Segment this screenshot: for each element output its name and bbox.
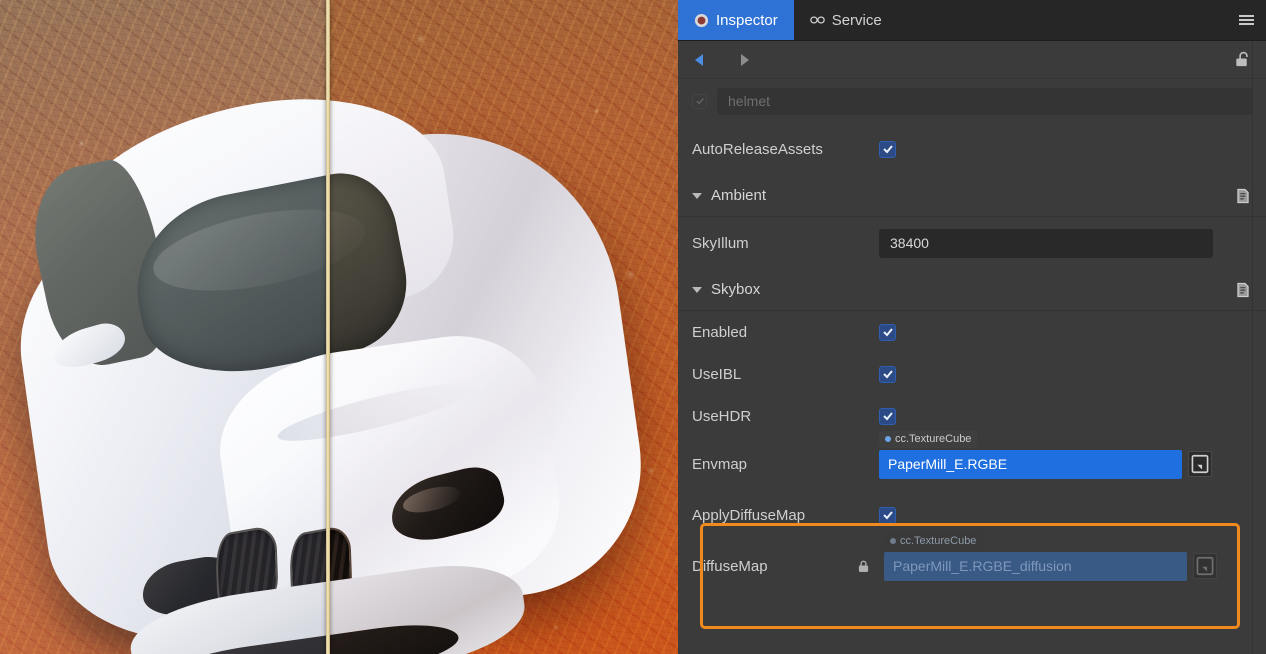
envmap-row: Envmap cc.TextureCube PaperMill_E.RGBE xyxy=(678,430,1266,491)
inspector-panel: Inspector Service helmet AutoReleaseAsse… xyxy=(678,0,1266,654)
type-dot-icon xyxy=(890,538,896,544)
envmap-asset-control: cc.TextureCube PaperMill_E.RGBE xyxy=(879,430,1212,479)
after-render-half xyxy=(328,0,678,654)
skybox-enabled-label: Enabled xyxy=(692,323,748,341)
skybox-useibl-row: UseIBL xyxy=(678,353,1266,395)
locked-padlock-icon xyxy=(857,559,870,574)
node-enabled-checkbox[interactable] xyxy=(692,93,707,109)
diffuse-map-type-tooltip: cc.TextureCube xyxy=(884,532,983,550)
color-grade-after xyxy=(328,0,678,654)
envmap-type-label: cc.TextureCube xyxy=(895,433,972,445)
envmap-pick-button[interactable] xyxy=(1188,451,1212,477)
link-chain-icon xyxy=(809,13,825,28)
skybox-enabled-row: Enabled xyxy=(678,311,1266,353)
diffuse-map-pick-button xyxy=(1193,553,1217,579)
tab-bar: Inspector Service xyxy=(678,0,1266,41)
sky-illum-row: SkyIllum 38400 xyxy=(678,217,1266,269)
node-name-input[interactable]: helmet xyxy=(717,87,1252,115)
apply-diffuse-map-row: ApplyDiffuseMap xyxy=(678,491,1266,539)
unlocked-padlock-icon[interactable] xyxy=(1233,50,1252,69)
type-dot-icon xyxy=(885,436,891,442)
arrow-right-icon[interactable] xyxy=(736,52,752,68)
render-comparison-viewport[interactable] xyxy=(0,0,678,654)
envmap-asset-field[interactable]: PaperMill_E.RGBE xyxy=(879,449,1182,479)
scene-after xyxy=(328,0,678,654)
envmap-label: Envmap xyxy=(692,455,748,473)
panel-edge-divider xyxy=(1252,41,1253,654)
scene-before xyxy=(0,0,328,654)
caret-down-icon[interactable] xyxy=(692,192,702,199)
skybox-useibl-checkbox[interactable] xyxy=(879,365,896,383)
auto-release-assets-checkbox[interactable] xyxy=(879,140,896,158)
skybox-useibl-label: UseIBL xyxy=(692,365,742,383)
auto-release-assets-label: AutoReleaseAssets xyxy=(692,140,823,158)
comparison-divider[interactable] xyxy=(326,0,330,654)
color-grade-before xyxy=(0,0,328,654)
arrow-left-icon[interactable] xyxy=(692,52,708,68)
section-title-skybox: Skybox xyxy=(711,281,761,298)
tab-inspector[interactable]: Inspector xyxy=(678,0,794,40)
auto-release-assets-row: AutoReleaseAssets xyxy=(678,123,1266,175)
circle-node-icon xyxy=(694,13,709,28)
tab-inspector-label: Inspector xyxy=(716,11,778,29)
section-header-skybox[interactable]: Skybox xyxy=(678,269,1266,311)
node-name-row: helmet xyxy=(678,79,1266,123)
caret-down-icon[interactable] xyxy=(692,286,702,293)
diffuse-map-row: DiffuseMap cc.TextureCube PaperMill_E.RG… xyxy=(678,532,1266,593)
section-title-ambient: Ambient xyxy=(711,187,767,204)
skybox-usehdr-label: UseHDR xyxy=(692,407,752,425)
diffuse-map-type-label: cc.TextureCube xyxy=(900,535,977,547)
sky-illum-label: SkyIllum xyxy=(692,234,749,252)
envmap-type-tooltip: cc.TextureCube xyxy=(879,430,978,448)
diffuse-map-asset-control: cc.TextureCube PaperMill_E.RGBE_diffusio… xyxy=(884,532,1217,581)
sky-illum-input[interactable]: 38400 xyxy=(879,228,1213,258)
hamburger-menu-icon[interactable] xyxy=(1226,0,1266,40)
document-help-icon[interactable] xyxy=(1234,187,1252,205)
inspector-toolbar xyxy=(678,41,1266,79)
tab-service[interactable]: Service xyxy=(794,0,898,40)
tab-service-label: Service xyxy=(831,11,882,29)
apply-diffuse-map-label: ApplyDiffuseMap xyxy=(692,506,806,524)
before-render-half xyxy=(0,0,328,654)
skybox-enabled-checkbox[interactable] xyxy=(879,323,896,341)
apply-diffuse-map-checkbox[interactable] xyxy=(879,506,896,524)
section-header-ambient[interactable]: Ambient xyxy=(678,175,1266,217)
diffuse-map-asset-field: PaperMill_E.RGBE_diffusion xyxy=(884,551,1187,581)
tab-bar-spacer xyxy=(898,0,1226,40)
skybox-usehdr-checkbox[interactable] xyxy=(879,407,896,425)
diffuse-map-label: DiffuseMap xyxy=(692,557,768,575)
document-help-icon[interactable] xyxy=(1234,281,1252,299)
